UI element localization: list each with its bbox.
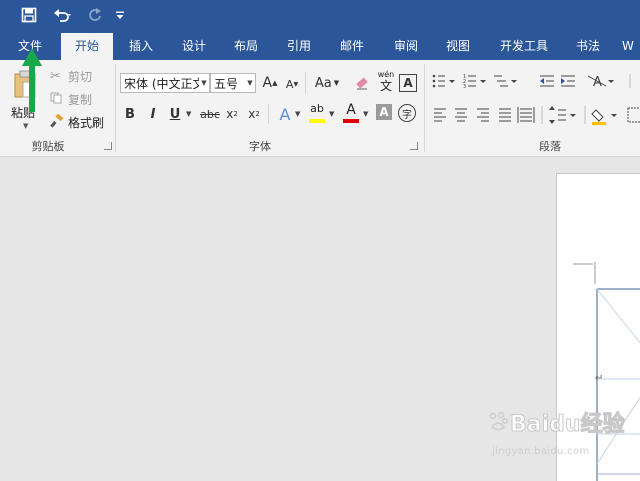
- font-color-icon: A: [346, 102, 356, 118]
- customize-icon[interactable]: [112, 0, 128, 30]
- phonetic-guide-pinyin: wén: [377, 70, 395, 79]
- subscript-button[interactable]: x2: [223, 104, 241, 124]
- tab-layout[interactable]: 布局: [226, 33, 266, 60]
- svg-text:↵: ↵: [595, 373, 603, 384]
- grow-font-icon: A: [262, 75, 273, 91]
- clipboard-dialog-launcher-icon[interactable]: [104, 142, 112, 150]
- arrow-icon: [22, 48, 42, 112]
- paw-logo-icon: [489, 411, 508, 431]
- shrink-font-icon: A: [285, 77, 294, 91]
- chevron-down-icon: ▼: [201, 79, 207, 87]
- paragraph-group-label: 段落: [539, 140, 561, 153]
- watermark-url: jingyan.baidu.com: [492, 446, 590, 457]
- character-shading-button[interactable]: A: [376, 104, 392, 120]
- strikethrough-button[interactable]: abc: [199, 104, 221, 124]
- font-size-select[interactable]: 五号 ▼: [210, 73, 256, 93]
- italic-button[interactable]: I: [145, 104, 161, 124]
- copy-button[interactable]: 复制: [50, 90, 110, 108]
- tab-more[interactable]: W: [622, 33, 640, 60]
- font-color-button[interactable]: A: [341, 102, 361, 124]
- paintbrush-icon: [50, 113, 68, 131]
- superscript-button[interactable]: x2: [245, 104, 263, 124]
- tab-developer[interactable]: 开发工具: [493, 33, 555, 60]
- separator: [268, 104, 269, 124]
- group-separator: [424, 64, 425, 152]
- svg-text:3: 3: [463, 84, 466, 90]
- font-group-label: 字体: [249, 140, 271, 153]
- font-name-value: 宋体 (中文正文: [124, 76, 199, 91]
- ribbon-tabs: 文件 开始 插入 设计 布局 引用 邮件 审阅 视图 开发工具 书法 W: [0, 33, 640, 60]
- subscript-mark: 2: [233, 110, 238, 118]
- format-painter-button[interactable]: 格式刷: [50, 113, 112, 131]
- undo-icon[interactable]: [48, 0, 78, 30]
- phonetic-guide-button[interactable]: wén 文: [376, 70, 396, 96]
- font-name-select[interactable]: 宋体 (中文正文 ▼: [120, 73, 210, 93]
- eraser-icon: [356, 77, 368, 90]
- clipboard-group-label: 剪贴板: [31, 140, 65, 153]
- watermark-brand: Baidu经验: [488, 408, 638, 438]
- font-dialog-launcher-icon[interactable]: [410, 142, 418, 150]
- grow-font-button[interactable]: A ▲: [262, 74, 278, 92]
- highlight-icon: ab: [310, 102, 324, 115]
- copy-icon: [50, 92, 68, 107]
- text-effects-dropdown-icon[interactable]: ▼: [295, 110, 300, 118]
- superscript-label: x: [248, 107, 256, 121]
- tab-insert[interactable]: 插入: [121, 33, 161, 60]
- tab-calligraphy[interactable]: 书法: [568, 33, 608, 60]
- underline-dropdown-icon[interactable]: ▼: [186, 110, 191, 118]
- change-case-label: Aa: [314, 75, 332, 91]
- bold-button[interactable]: B: [122, 104, 138, 124]
- tab-references[interactable]: 引用: [279, 33, 319, 60]
- tab-home[interactable]: 开始: [61, 33, 113, 60]
- highlight-dropdown-icon[interactable]: ▼: [329, 110, 334, 118]
- paste-dropdown-icon[interactable]: ▼: [23, 122, 28, 130]
- character-border-button[interactable]: A: [399, 74, 417, 92]
- chevron-down-icon: ▼: [247, 79, 253, 87]
- paragraph-buttons-icon: 1 2 3 A: [432, 74, 640, 125]
- watermark-brand-text: Baidu经验: [510, 412, 626, 438]
- quick-access-toolbar: [0, 0, 640, 33]
- save-icon[interactable]: [14, 0, 44, 30]
- tab-review[interactable]: 审阅: [386, 33, 426, 60]
- text-effects-button[interactable]: A: [276, 104, 294, 124]
- cut-button[interactable]: ✂ 剪切: [50, 67, 110, 85]
- format-painter-label: 格式刷: [68, 115, 105, 130]
- font-color-swatch: [343, 119, 359, 123]
- copy-label: 复制: [68, 92, 93, 107]
- ribbon: 粘贴 ▼ ✂ 剪切 复制 格式刷 剪贴板 宋体 (中文正文 ▼ 五号 ▼ A ▲ A ▼…: [0, 48, 640, 157]
- font-size-value: 五号: [214, 76, 239, 91]
- tab-design[interactable]: 设计: [174, 33, 214, 60]
- separator: [305, 72, 306, 94]
- superscript-mark: 2: [255, 110, 260, 118]
- shrink-font-button[interactable]: A ▼: [284, 76, 300, 92]
- highlight-color-swatch: [309, 119, 325, 123]
- tab-view[interactable]: 视图: [438, 33, 478, 60]
- tab-mailings[interactable]: 邮件: [332, 33, 372, 60]
- change-case-button[interactable]: Aa ▼: [312, 73, 342, 93]
- phonetic-guide-char: 文: [379, 79, 392, 93]
- group-separator: [115, 64, 116, 152]
- font-color-dropdown-icon[interactable]: ▼: [363, 110, 368, 118]
- cut-label: 剪切: [68, 69, 93, 84]
- highlight-color-button[interactable]: ab: [307, 102, 327, 124]
- redo-icon[interactable]: [84, 0, 106, 30]
- scissors-icon: ✂: [50, 68, 61, 84]
- enclose-characters-button[interactable]: 字: [398, 104, 416, 122]
- subscript-label: x: [226, 107, 234, 121]
- clear-formatting-button[interactable]: [352, 73, 372, 93]
- underline-button[interactable]: U: [167, 104, 183, 124]
